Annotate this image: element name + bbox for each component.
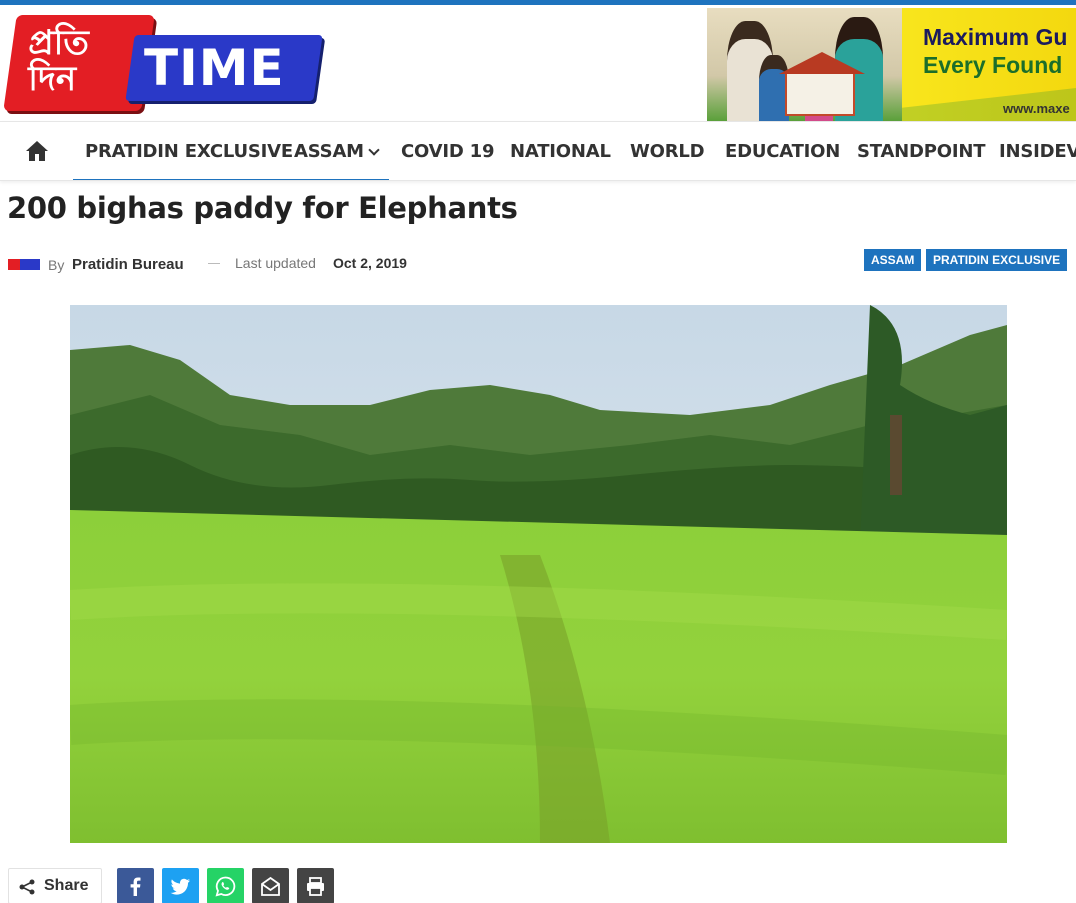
logo-blue-block: TIME — [125, 35, 323, 101]
ad-url: www.maxe — [1003, 101, 1070, 116]
ad-family-photo — [707, 8, 902, 121]
article-featured-image — [70, 305, 1007, 843]
tag-pratidin-exclusive[interactable]: PRATIDIN EXCLUSIVE — [926, 249, 1068, 271]
site-logo[interactable]: প্ৰতি দিন TIME — [3, 15, 323, 113]
updated-date: Oct 2, 2019 — [333, 255, 407, 271]
share-button[interactable]: Share — [8, 868, 102, 903]
nav-item-education[interactable]: EDUCATION — [725, 122, 841, 180]
nav-label: INSIDEVI — [999, 141, 1076, 162]
tag-assam[interactable]: ASSAM — [864, 249, 922, 271]
author-avatar[interactable] — [8, 259, 40, 270]
logo-time-text: TIME — [144, 39, 285, 97]
nav-label: PRATIDIN EXCLUSIVE — [85, 141, 294, 162]
whatsapp-icon — [215, 876, 236, 897]
nav-label: NATIONAL — [510, 141, 611, 162]
whatsapp-share-button[interactable] — [207, 868, 244, 903]
nav-item-pratidin-exclusive[interactable]: PRATIDIN EXCLUSIVE — [73, 122, 306, 180]
nav-label: COVID 19 — [401, 141, 495, 162]
nav-item-insidevi[interactable]: INSIDEVI — [999, 122, 1076, 180]
ad-subheadline: Every Found — [923, 52, 1063, 78]
article-title: 200 bighas paddy for Elephants — [7, 191, 518, 225]
paddy-field-landscape — [70, 305, 1007, 843]
facebook-share-button[interactable] — [117, 868, 154, 903]
nav-label: EDUCATION — [725, 141, 841, 162]
share-icon — [19, 879, 35, 895]
twitter-share-button[interactable] — [162, 868, 199, 903]
email-icon — [261, 876, 280, 896]
nav-item-world[interactable]: WORLD — [630, 122, 705, 180]
print-share-button[interactable] — [297, 868, 334, 903]
nav-label: WORLD — [630, 141, 705, 162]
ad-house-icon — [779, 52, 865, 116]
main-navigation: PRATIDIN EXCLUSIVE ASSAM COVID 19 NATION… — [0, 121, 1076, 181]
author-name[interactable]: Pratidin Bureau — [72, 256, 184, 273]
nav-label: ASSAM — [294, 141, 364, 162]
home-icon[interactable] — [25, 140, 49, 162]
nav-label: STANDPOINT — [857, 141, 986, 162]
byline-prefix: By — [48, 257, 65, 273]
last-updated-label: Last updated — [235, 255, 316, 271]
share-label: Share — [44, 877, 89, 894]
nav-item-national[interactable]: NATIONAL — [510, 122, 611, 180]
chevron-down-icon — [368, 144, 380, 156]
site-header: প্ৰতি দিন TIME Maximum Gu Every Found ww… — [0, 5, 1076, 121]
advertisement-banner[interactable]: Maximum Gu Every Found www.maxe — [707, 8, 1076, 121]
ad-headline: Maximum Gu — [923, 24, 1068, 50]
email-share-button[interactable] — [252, 868, 289, 903]
print-icon — [307, 877, 324, 896]
meta-divider — [208, 263, 220, 264]
facebook-icon — [130, 877, 141, 896]
nav-item-covid-19[interactable]: COVID 19 — [401, 122, 495, 180]
nav-item-standpoint[interactable]: STANDPOINT — [857, 122, 986, 180]
nav-item-assam[interactable]: ASSAM — [283, 122, 389, 180]
twitter-icon — [170, 878, 190, 895]
